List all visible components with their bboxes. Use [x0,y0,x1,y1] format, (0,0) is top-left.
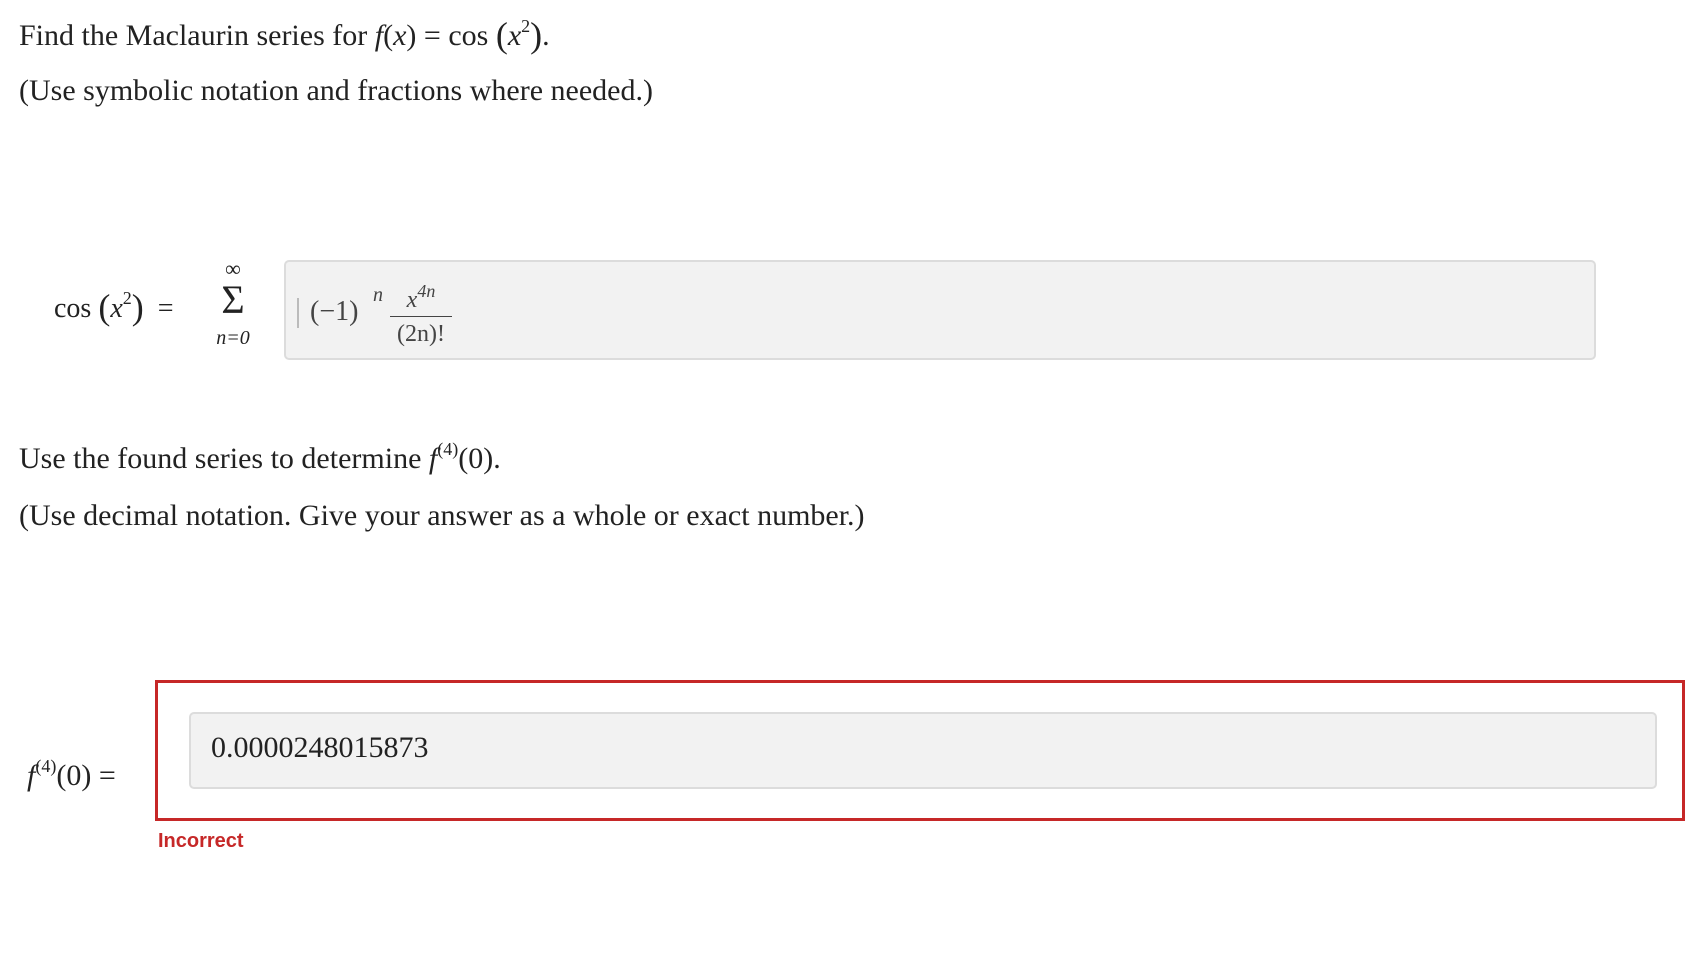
lhs-power: 2 [122,288,132,308]
fraction-bar [390,316,452,317]
question-prompt-series: Find the Maclaurin series for f(x) = cos… [19,15,550,55]
neg-one-term: (−1) [310,296,359,327]
q2-function-name: f [428,442,438,475]
feedback-status: Incorrect [158,830,244,852]
sigma-icon: Σ [221,277,245,322]
q2-period: . [493,442,501,475]
series-answer-input[interactable]: (−1) n x4n (2n)! [284,260,1596,360]
hint-symbolic: (Use symbolic notation and fractions whe… [19,74,653,107]
equals-sign: = [423,19,441,52]
answer-error-frame: 0.0000248015873 [155,680,1685,821]
cos-arg-power: 2 [521,16,531,36]
question-prompt-derivative: Use the found series to determine f(4)(0… [19,439,501,476]
answer-input[interactable]: 0.0000248015873 [189,712,1657,789]
numerator-exponent: 4n [417,281,436,301]
answer-order: (4) [35,756,57,776]
fraction: x4n (2n)! [390,276,452,348]
q2-derivative-order: (4) [437,439,459,459]
hint-decimal: (Use decimal notation. Give your answer … [19,499,865,532]
function-name: f [374,19,384,52]
sum-lower-limit: n=0 [216,327,250,349]
period: . [542,19,550,52]
fraction-denominator: (2n)! [397,321,445,347]
answer-arg: (0) [56,759,92,792]
lhs-cos: cos [54,293,92,324]
summation-symbol: ∞ Σ n=0 [209,258,257,356]
neg-one-exponent: n [373,284,383,306]
numerator-base: x [406,287,418,313]
q2-arg: (0) [458,442,494,475]
input-caret [297,298,299,328]
cos-arg-base: x [507,19,522,52]
cos-label: cos [448,19,489,52]
function-arg: x [393,19,407,52]
lhs-base: x [110,293,123,324]
series-lhs: cos (x2) = [54,287,174,327]
answer-equals: = [98,759,116,792]
answer-label: f(4)(0) = [27,756,116,793]
question2-text: Use the found series to determine [19,442,422,475]
fraction-numerator: x4n [390,276,452,315]
question-text: Find the Maclaurin series for [19,19,368,52]
lhs-equals: = [157,293,174,324]
